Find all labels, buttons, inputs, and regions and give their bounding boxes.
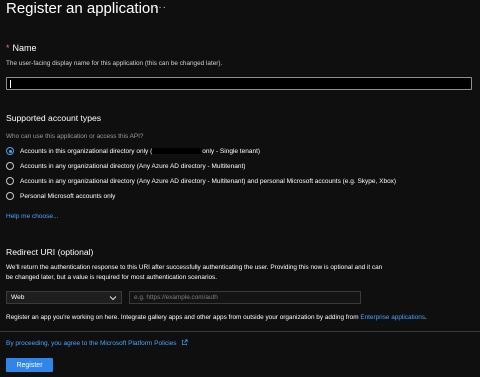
- register-button[interactable]: Register: [6, 358, 53, 372]
- account-option-multitenant-personal[interactable]: Accounts in any organizational directory…: [6, 176, 396, 186]
- redirect-uri-placeholder: e.g. https://example.com/auth: [134, 294, 218, 301]
- redacted-tenant-name: [152, 147, 203, 154]
- enterprise-applications-link[interactable]: Enterprise applications: [360, 314, 425, 321]
- account-option-personal-only[interactable]: Personal Microsoft accounts only: [6, 191, 115, 201]
- account-types-question: Who can use this application or access t…: [6, 133, 144, 140]
- help-me-choose-link[interactable]: Help me choose...: [6, 213, 58, 220]
- chevron-down-icon: [109, 295, 117, 300]
- redirect-uri-input[interactable]: e.g. https://example.com/auth: [129, 291, 361, 304]
- platform-select[interactable]: Web: [6, 291, 122, 304]
- radio-button[interactable]: [6, 162, 14, 170]
- platform-policies-link[interactable]: By proceeding, you agree to the Microsof…: [6, 339, 188, 347]
- gallery-apps-note: Register an app you're working on here. …: [6, 314, 427, 321]
- ellipsis-icon[interactable]: ···: [154, 2, 167, 13]
- radio-button[interactable]: [6, 177, 14, 185]
- name-input[interactable]: [6, 77, 472, 90]
- platform-select-value: Web: [11, 294, 25, 301]
- external-link-icon: [182, 339, 188, 346]
- page-title: Register an application: [6, 0, 159, 17]
- account-types-heading: Supported account types: [6, 113, 102, 123]
- account-option-multitenant[interactable]: Accounts in any organizational directory…: [6, 161, 245, 171]
- redirect-uri-heading: Redirect URI (optional): [6, 247, 94, 257]
- name-label: * Name: [6, 43, 37, 53]
- required-mark: *: [6, 43, 10, 53]
- divider: [0, 331, 480, 332]
- account-option-single-tenant[interactable]: Accounts in this organizational director…: [6, 146, 260, 156]
- text-caret: [10, 80, 11, 88]
- redirect-uri-description: We'll return the authentication response…: [6, 264, 383, 281]
- radio-button[interactable]: [6, 192, 14, 200]
- name-description: The user-facing display name for this ap…: [6, 60, 223, 67]
- radio-button-selected[interactable]: [6, 147, 14, 155]
